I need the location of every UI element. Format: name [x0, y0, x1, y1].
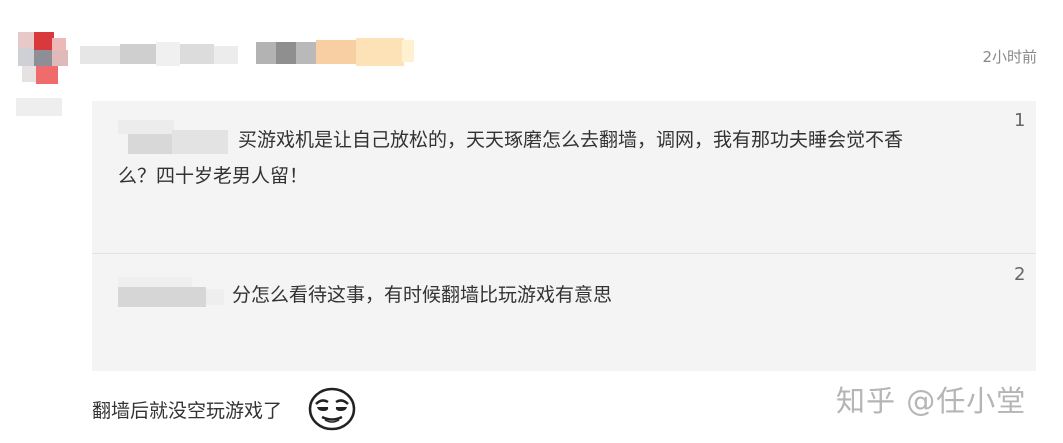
reply-2-username[interactable]: [118, 277, 226, 309]
zhihu-watermark: 知乎 @任小堂: [836, 384, 1027, 418]
reply-1-text-line2: 么？四十岁老男人留！: [118, 165, 309, 187]
reply-1-index: 1: [1014, 110, 1026, 131]
reply-1-username[interactable]: [118, 120, 230, 156]
reply-divider: [92, 253, 1036, 254]
avatar[interactable]: [16, 32, 70, 116]
post-timestamp: 2小时前: [982, 48, 1037, 66]
username[interactable]: [80, 36, 430, 70]
reply-2-text: 分怎么看待这事，有时候翻墙比玩游戏有意思: [232, 284, 613, 306]
reply-1-text-line1: 买游戏机是让自己放松的，天天琢磨怎么去翻墙，调网，我有那功夫睡会觉不香: [238, 129, 904, 151]
reply-2-index: 2: [1014, 264, 1026, 285]
caption-text: 翻墙后就没空玩游戏了: [92, 400, 283, 422]
smirk-face-icon: [307, 386, 357, 432]
